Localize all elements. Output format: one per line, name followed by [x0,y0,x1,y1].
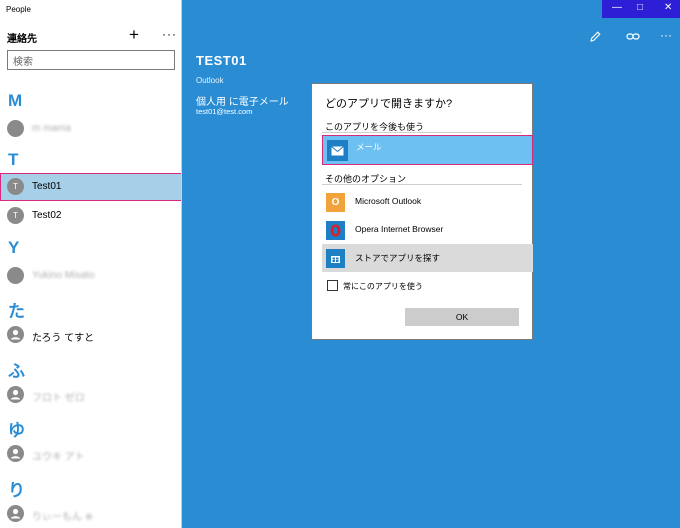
contact-item[interactable]: T Test02 [0,202,181,230]
mail-app-label: メール [356,142,382,152]
outlook-label: Microsoft Outlook [355,196,422,206]
contact-item[interactable]: たろう てすと [0,321,181,349]
letter-header-fu[interactable]: ふ [8,357,25,382]
avatar: T [7,178,24,195]
ok-button[interactable]: OK [405,308,519,326]
more-actions-button[interactable]: ··· [660,28,672,42]
contact-name: りぃーもん ※ [32,512,94,523]
outlook-option[interactable]: O Microsoft Outlook [322,188,533,216]
contact-item[interactable]: フロト ゼロ [0,381,181,409]
contact-item[interactable]: ユウキ アト [0,440,181,468]
always-use-checkbox[interactable] [327,280,338,291]
opera-icon [326,221,345,240]
letter-header-yu[interactable]: ゆ [8,416,25,441]
divider [322,184,522,185]
contact-source: Outlook [196,76,224,85]
contact-detail-name: TEST01 [196,53,247,68]
outlook-icon: O [326,193,345,212]
person-icon [10,448,21,459]
avatar [7,267,24,284]
close-icon[interactable]: ✕ [664,2,672,13]
open-with-dialog: どのアプリで開きますか? このアプリを今後も使う メール その他のオプション O… [311,83,533,340]
app-title: People [6,5,31,14]
avatar [7,120,24,137]
contacts-title: 連絡先 [7,34,37,45]
pencil-icon[interactable] [589,30,602,46]
divider [322,132,522,133]
always-use-label[interactable]: 常にこのアプリを使う [343,281,423,292]
avatar [7,326,24,343]
contact-item-selected[interactable]: T Test01 [0,173,181,201]
maximize-icon[interactable]: □ [637,2,643,13]
person-icon [10,329,21,340]
avatar [7,445,24,462]
contact-item[interactable]: Yukino Misato [0,262,181,290]
letter-header-y[interactable]: Y [8,238,19,258]
person-icon [10,508,21,519]
contacts-header: 連絡先 + ··· [7,26,177,45]
contact-name: Test02 [32,210,62,221]
opera-label: Opera Internet Browser [355,224,444,234]
contact-item[interactable]: りぃーもん ※ [0,500,181,528]
avatar [7,386,24,403]
person-icon [10,389,21,400]
store-icon [326,249,345,268]
contact-item[interactable]: m mama [0,115,181,143]
letter-header-m[interactable]: M [8,91,22,111]
contact-name: Yukino Misato [32,270,95,281]
store-search-label: ストアでアプリを探す [355,253,441,263]
contact-name: Test01 [32,181,62,192]
contact-name: フロト ゼロ [32,393,85,404]
link-icon[interactable] [626,30,640,46]
contacts-pane: People 連絡先 + ··· 検索 M m mama T T Test01 … [0,0,182,528]
window-controls: — □ ✕ [602,0,680,18]
contact-name: m mama [32,123,71,134]
more-options-button[interactable]: ··· [162,27,177,41]
search-input[interactable]: 検索 [7,50,175,70]
mail-app-option[interactable]: メール [322,135,533,165]
email-address[interactable]: test01@test.com [196,107,252,116]
mail-icon [327,140,348,161]
letter-header-ta[interactable]: た [8,297,25,322]
avatar: T [7,207,24,224]
contact-name: たろう てすと [32,333,95,344]
dialog-title: どのアプリで開きますか? [325,98,453,110]
minimize-icon[interactable]: — [612,2,622,13]
contact-name: ユウキ アト [32,452,85,463]
email-label-link[interactable]: 個人用 に電子メール [196,93,289,108]
opera-option[interactable]: Opera Internet Browser [322,216,533,244]
add-contact-button[interactable]: + [129,26,139,43]
letter-header-ri[interactable]: り [8,476,25,501]
store-search-option[interactable]: ストアでアプリを探す [322,244,533,272]
letter-header-t[interactable]: T [8,150,18,170]
avatar [7,505,24,522]
